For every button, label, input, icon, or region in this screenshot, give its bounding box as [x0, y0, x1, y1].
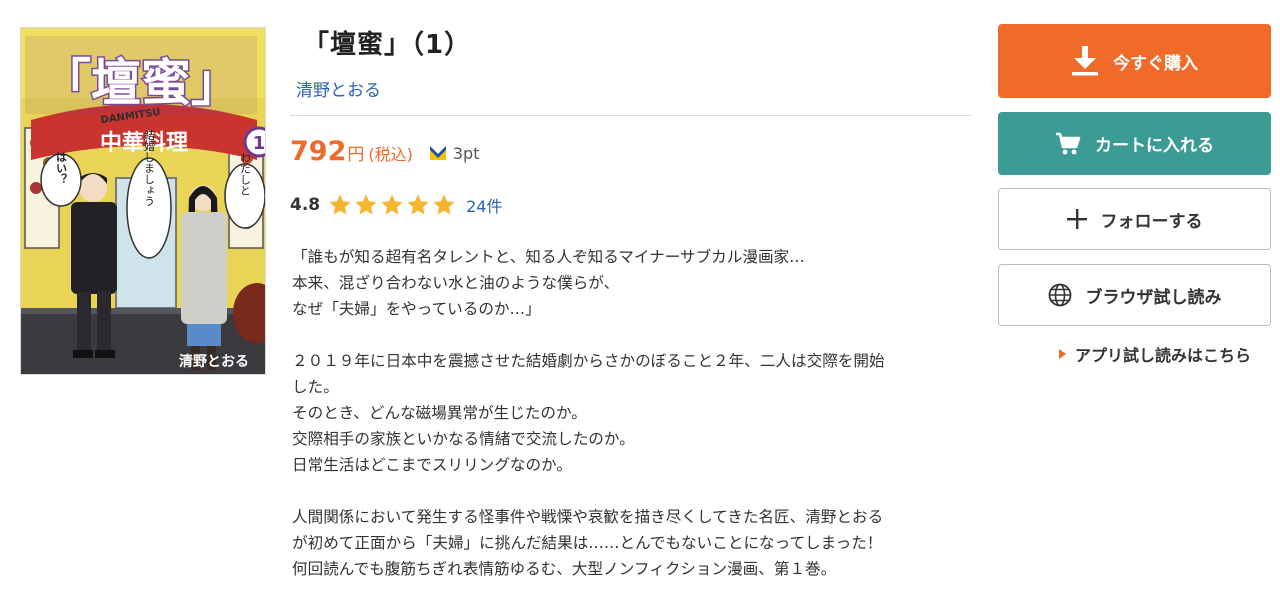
- cover-bubble-left: はい？: [55, 151, 68, 184]
- book-cover-art: 中華料理 DANMITSU 「壇蜜」 1 はい？ 結婚しましょう わたしと 清野…: [21, 28, 266, 374]
- follow-label: フォローする: [1100, 211, 1203, 232]
- price-row: 792 円 (税込) 3pt: [290, 136, 479, 170]
- buy-now-button[interactable]: 今すぐ購入: [998, 24, 1271, 98]
- divider: [290, 115, 971, 116]
- description-line: そのとき、どんな磁場異常が生じたのか。: [292, 404, 587, 422]
- points-value: 3pt: [452, 143, 480, 163]
- description-line: 交際相手の家族といかなる情緒で交流したのか。: [292, 430, 635, 448]
- review-count-link[interactable]: 24件: [466, 193, 502, 217]
- description-line: 本来、混ざり合わない水と油のような僕らが、: [292, 274, 620, 292]
- triangle-right-icon: [1059, 349, 1066, 359]
- cover-title-text: 「壇蜜」: [41, 53, 241, 112]
- description-line: 人間関係において発生する怪事件や戦慄や哀歓を描き尽くしてきた名匠、清野とおる: [292, 508, 884, 526]
- star-icon: [407, 194, 429, 215]
- add-to-cart-label: カートに入れる: [1095, 136, 1214, 156]
- product-description: 「誰もが知る超有名タレントと、知る人ぞ知るマイナーサブカル漫画家… 本来、混ざり合…: [292, 244, 972, 582]
- description-line: 「誰もが知る超有名タレントと、知る人ぞ知るマイナーサブカル漫画家…: [292, 248, 805, 266]
- app-preview-link[interactable]: アプリ試し読みはこちら: [1059, 342, 1251, 366]
- cover-author-text: 清野とおる: [179, 353, 249, 370]
- cart-icon: [1055, 132, 1081, 156]
- browser-preview-label: ブラウザ試し読み: [1085, 287, 1222, 308]
- description-line: ２０１９年に日本中を震撼させた結婚劇からさかのぼること２年、二人は交際を開始: [292, 352, 885, 370]
- follow-button[interactable]: フォローする: [998, 188, 1271, 250]
- description-line: なぜ「夫婦」をやっているのか…」: [292, 300, 541, 318]
- rating-score: 4.8: [290, 195, 321, 215]
- point-badge-icon: [428, 145, 447, 161]
- star-icon: [381, 194, 403, 215]
- book-cover[interactable]: 中華料理 DANMITSU 「壇蜜」 1 はい？ 結婚しましょう わたしと 清野…: [20, 27, 266, 375]
- star-icon: [329, 194, 351, 215]
- description-spacer: [292, 478, 972, 504]
- points-badge: 3pt: [428, 143, 480, 163]
- description-line: 何回読んでも腹筋ちぎれ表情筋ゆるむ、大型ノンフィクション漫画、第１巻。: [292, 560, 837, 578]
- description-line: した。: [292, 378, 339, 396]
- rating-row: 4.8 24件: [290, 190, 503, 220]
- page-title: 「壇蜜」（1）: [303, 30, 472, 60]
- buy-now-label: 今すぐ購入: [1113, 53, 1198, 74]
- price-tax-label: (税込): [368, 145, 413, 164]
- cover-volume-text: 1: [253, 133, 266, 154]
- price-value: 792: [290, 136, 347, 167]
- description-line: 日常生活はどこまでスリリングなのか。: [292, 456, 572, 474]
- rating-stars: [328, 193, 456, 217]
- star-icon: [433, 194, 455, 215]
- cover-bubble-right: わたしと: [239, 152, 252, 196]
- star-icon: [355, 194, 377, 215]
- cover-bubble-mid: 結婚しましょう: [143, 128, 156, 206]
- author-link[interactable]: 清野とおる: [296, 76, 381, 101]
- download-icon: [1071, 46, 1099, 76]
- globe-icon: [1048, 283, 1072, 307]
- browser-preview-button[interactable]: ブラウザ試し読み: [998, 264, 1271, 326]
- description-spacer: [292, 322, 972, 348]
- plus-icon: [1066, 209, 1087, 229]
- add-to-cart-button[interactable]: カートに入れる: [998, 112, 1271, 175]
- description-line: が初めて正面から「夫婦」に挑んだ結果は……とんでもないことになってしまった！: [292, 534, 883, 552]
- app-preview-label: アプリ試し読みはこちら: [1075, 346, 1252, 365]
- price-unit: 円: [347, 145, 365, 165]
